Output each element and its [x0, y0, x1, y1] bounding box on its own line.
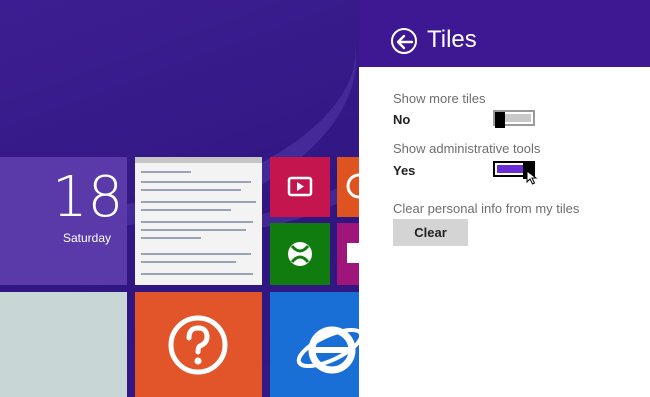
document-text-line	[141, 181, 251, 183]
desktop-tile[interactable]	[0, 292, 127, 397]
mouse-cursor-icon	[526, 170, 538, 185]
toggle-thumb	[495, 112, 505, 128]
document-preview-tile[interactable]	[135, 157, 262, 285]
photos-tile[interactable]	[337, 223, 359, 285]
document-text-line	[141, 229, 246, 231]
calendar-day-name: Saturday	[63, 231, 112, 245]
document-text-line	[141, 273, 253, 275]
document-toolbar	[135, 157, 262, 163]
document-text-line	[141, 189, 241, 191]
clear-personal-info-label: Clear personal info from my tiles	[393, 201, 580, 216]
music-icon	[346, 173, 359, 199]
document-text-line	[141, 201, 256, 203]
calendar-day-number: 18	[52, 165, 124, 230]
document-text-line	[141, 171, 191, 173]
flyout-header: Tiles	[359, 0, 650, 67]
help-tile[interactable]	[135, 292, 262, 397]
internet-explorer-icon	[296, 326, 359, 374]
internet-explorer-tile[interactable]	[270, 292, 359, 397]
video-icon	[287, 176, 313, 197]
music-tile[interactable]	[337, 157, 359, 217]
document-text-line	[141, 221, 253, 223]
video-tile[interactable]	[270, 157, 330, 217]
show-more-tiles-label: Show more tiles	[393, 91, 486, 106]
document-text-line	[141, 237, 201, 239]
toggle-track	[495, 112, 531, 128]
back-arrow-icon	[396, 34, 414, 50]
document-text-line	[141, 209, 231, 211]
flyout-title: Tiles	[427, 26, 477, 53]
tiles-settings-flyout: Tiles Show more tiles No Show administra…	[359, 0, 650, 397]
show-more-tiles-value: No	[393, 112, 411, 127]
back-button[interactable]	[391, 28, 417, 54]
show-admin-tools-value: Yes	[393, 163, 416, 178]
help-icon	[168, 315, 228, 375]
document-text-line	[141, 253, 251, 255]
show-admin-tools-label: Show administrative tools	[393, 141, 541, 156]
clear-button[interactable]: Clear	[393, 219, 468, 246]
show-more-tiles-toggle[interactable]	[493, 110, 535, 128]
document-text-line	[141, 261, 236, 263]
xbox-games-tile[interactable]	[270, 223, 330, 285]
photos-icon	[347, 243, 359, 263]
xbox-games-icon	[288, 242, 312, 266]
